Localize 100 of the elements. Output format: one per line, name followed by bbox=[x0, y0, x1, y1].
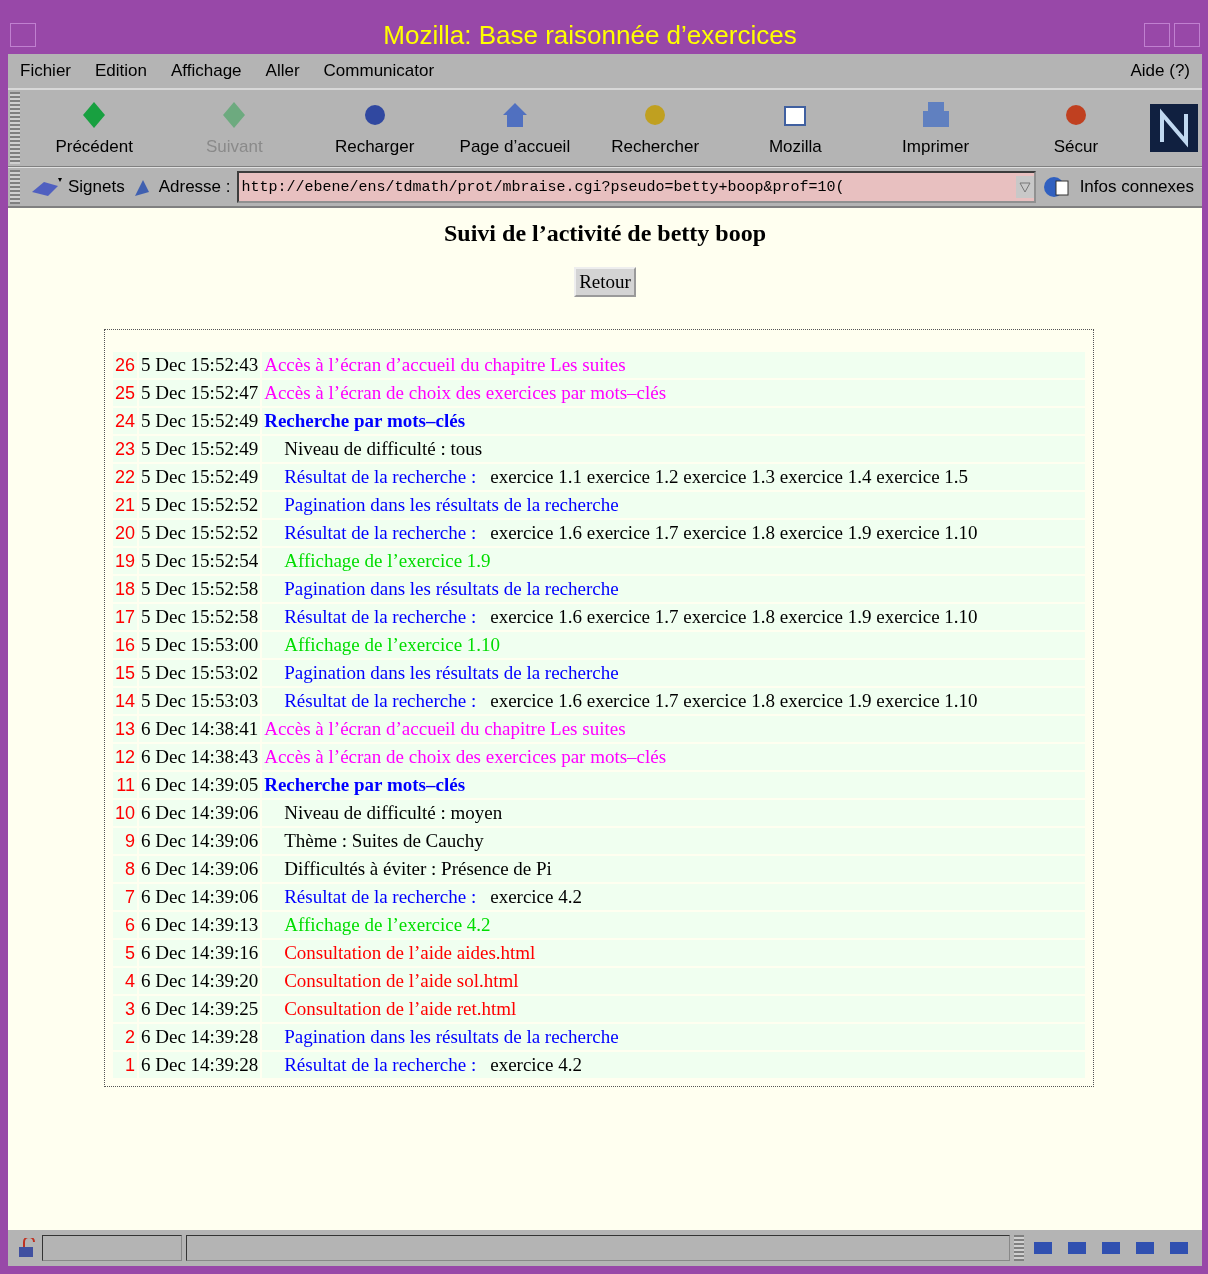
row-number: 9 bbox=[113, 828, 138, 854]
timestamp-cell: 5 Dec 15:52:43 bbox=[139, 352, 261, 378]
toolbar-button[interactable]: Recharger bbox=[304, 90, 445, 166]
row-number: 23 bbox=[113, 436, 138, 462]
timestamp-cell: 5 Dec 15:53:03 bbox=[139, 688, 261, 714]
row-number: 22 bbox=[113, 464, 138, 490]
event-cell: Résultat de la recherche : exercice 1.1 exercice 1.2 exercice 1.3 exercice 1.4 exercice 1.5 bbox=[262, 464, 1085, 490]
window-menu-button[interactable] bbox=[10, 23, 36, 47]
row-number: 19 bbox=[113, 548, 138, 574]
timestamp-cell: 6 Dec 14:39:13 bbox=[139, 912, 261, 938]
timestamp-cell: 6 Dec 14:39:06 bbox=[139, 800, 261, 826]
row-number: 5 bbox=[113, 940, 138, 966]
timestamp-cell: 5 Dec 15:52:58 bbox=[139, 576, 261, 602]
toolbar-button[interactable]: Rechercher bbox=[585, 90, 726, 166]
row-number: 13 bbox=[113, 716, 138, 742]
minimize-button[interactable] bbox=[1144, 23, 1170, 47]
timestamp-cell: 5 Dec 15:52:49 bbox=[139, 436, 261, 462]
event-cell: Recherche par mots–clés bbox=[262, 772, 1085, 798]
row-number: 6 bbox=[113, 912, 138, 938]
row-number: 16 bbox=[113, 632, 138, 658]
timestamp-cell: 6 Dec 14:39:25 bbox=[139, 996, 261, 1022]
timestamp-cell: 6 Dec 14:39:20 bbox=[139, 968, 261, 994]
timestamp-cell: 5 Dec 15:52:49 bbox=[139, 464, 261, 490]
event-cell: Accès à l’écran d’accueil du chapitre Les suites bbox=[262, 352, 1085, 378]
window-title: Mozilla: Base raisonnée d’exercices bbox=[382, 19, 798, 51]
related-button[interactable]: Infos connexes bbox=[1041, 175, 1194, 199]
timestamp-cell: 6 Dec 14:39:06 bbox=[139, 884, 261, 910]
event-cell: Consultation de l’aide ret.html bbox=[262, 996, 1085, 1022]
timestamp-cell: 6 Dec 14:39:06 bbox=[139, 856, 261, 882]
event-cell: Thème : Suites de Cauchy bbox=[262, 828, 1085, 854]
row-number: 15 bbox=[113, 660, 138, 686]
event-cell: Affichage de l’exercice 1.10 bbox=[262, 632, 1085, 658]
row-number: 24 bbox=[113, 408, 138, 434]
toolbar-button[interactable]: Imprimer bbox=[865, 90, 1006, 166]
timestamp-cell: 6 Dec 14:39:28 bbox=[139, 1052, 261, 1078]
event-cell: Pagination dans les résultats de la recherche bbox=[262, 576, 1085, 602]
row-number: 1 bbox=[113, 1052, 138, 1078]
event-cell: Recherche par mots–clés bbox=[262, 408, 1085, 434]
address-label: Adresse : bbox=[158, 177, 231, 197]
timestamp-cell: 5 Dec 15:52:52 bbox=[139, 520, 261, 546]
menu-item[interactable]: Communicator bbox=[323, 61, 435, 81]
row-number: 18 bbox=[113, 576, 138, 602]
row-number: 4 bbox=[113, 968, 138, 994]
event-cell: Niveau de difficulté : moyen bbox=[262, 800, 1085, 826]
event-cell: Pagination dans les résultats de la recherche bbox=[262, 1024, 1085, 1050]
menu-item[interactable]: Edition bbox=[95, 61, 147, 81]
timestamp-cell: 6 Dec 14:38:41 bbox=[139, 716, 261, 742]
status-grip[interactable] bbox=[1014, 1235, 1024, 1261]
event-cell: Accès à l’écran de choix des exercices par mots–clés bbox=[262, 744, 1085, 770]
timestamp-cell: 5 Dec 15:52:54 bbox=[139, 548, 261, 574]
toolbar-button[interactable]: Mozilla bbox=[725, 90, 866, 166]
row-number: 26 bbox=[113, 352, 138, 378]
toolbar-grip[interactable] bbox=[10, 92, 20, 164]
row-number: 25 bbox=[113, 380, 138, 406]
padlock-icon bbox=[16, 1238, 38, 1258]
menu-item[interactable]: Aller bbox=[265, 61, 300, 81]
help-menu[interactable]: Aide (?) bbox=[1130, 61, 1190, 81]
event-cell: Difficultés à éviter : Présence de Pi bbox=[262, 856, 1085, 882]
bookmark-icon bbox=[30, 176, 64, 198]
menu-item[interactable]: Affichage bbox=[171, 61, 242, 81]
event-cell: Résultat de la recherche : exercice 1.6 exercice 1.7 exercice 1.8 exercice 1.9 exercice 1.10 bbox=[262, 688, 1085, 714]
toolbar-button[interactable]: Page d’accueil bbox=[444, 90, 585, 166]
event-cell: Résultat de la recherche : exercice 4.2 bbox=[262, 884, 1085, 910]
row-number: 17 bbox=[113, 604, 138, 630]
close-button[interactable] bbox=[1174, 23, 1200, 47]
event-cell: Résultat de la recherche : exercice 1.6 exercice 1.7 exercice 1.8 exercice 1.9 exercice 1.10 bbox=[262, 604, 1085, 630]
timestamp-cell: 6 Dec 14:39:06 bbox=[139, 828, 261, 854]
event-cell: Consultation de l’aide aides.html bbox=[262, 940, 1085, 966]
row-number: 21 bbox=[113, 492, 138, 518]
timestamp-cell: 6 Dec 14:39:28 bbox=[139, 1024, 261, 1050]
timestamp-cell: 5 Dec 15:52:47 bbox=[139, 380, 261, 406]
timestamp-cell: 5 Dec 15:52:52 bbox=[139, 492, 261, 518]
menu-item[interactable]: Fichier bbox=[20, 61, 71, 81]
toolbar-button[interactable]: Précédent bbox=[24, 90, 165, 166]
toolbar-grip[interactable] bbox=[10, 170, 20, 204]
row-number: 2 bbox=[113, 1024, 138, 1050]
event-cell: Résultat de la recherche : exercice 4.2 bbox=[262, 1052, 1085, 1078]
row-number: 20 bbox=[113, 520, 138, 546]
row-number: 3 bbox=[113, 996, 138, 1022]
event-cell: Affichage de l’exercice 1.9 bbox=[262, 548, 1085, 574]
timestamp-cell: 6 Dec 14:39:16 bbox=[139, 940, 261, 966]
event-cell: Niveau de difficulté : tous bbox=[262, 436, 1085, 462]
timestamp-cell: 6 Dec 14:38:43 bbox=[139, 744, 261, 770]
row-number: 11 bbox=[113, 772, 138, 798]
event-cell: Consultation de l’aide sol.html bbox=[262, 968, 1085, 994]
event-cell: Affichage de l’exercice 4.2 bbox=[262, 912, 1085, 938]
row-number: 14 bbox=[113, 688, 138, 714]
row-number: 12 bbox=[113, 744, 138, 770]
timestamp-cell: 6 Dec 14:39:05 bbox=[139, 772, 261, 798]
timestamp-cell: 5 Dec 15:53:00 bbox=[139, 632, 261, 658]
row-number: 7 bbox=[113, 884, 138, 910]
bookmarks-button[interactable]: Signets bbox=[30, 176, 125, 198]
event-cell: Pagination dans les résultats de la recherche bbox=[262, 492, 1085, 518]
event-cell: Accès à l’écran d’accueil du chapitre Les suites bbox=[262, 716, 1085, 742]
address-field[interactable]: http://ebene/ens/tdmath/prot/mbraise.cgi?pseudo=betty+boop&prof=10( bbox=[236, 171, 1036, 203]
dropdown-icon[interactable] bbox=[1015, 176, 1034, 198]
page-heading: Suivi de l’activité de betty boop bbox=[444, 220, 766, 247]
back-button[interactable]: Retour bbox=[574, 267, 636, 297]
toolbar-button[interactable]: Sécur bbox=[1005, 90, 1146, 166]
timestamp-cell: 5 Dec 15:53:02 bbox=[139, 660, 261, 686]
